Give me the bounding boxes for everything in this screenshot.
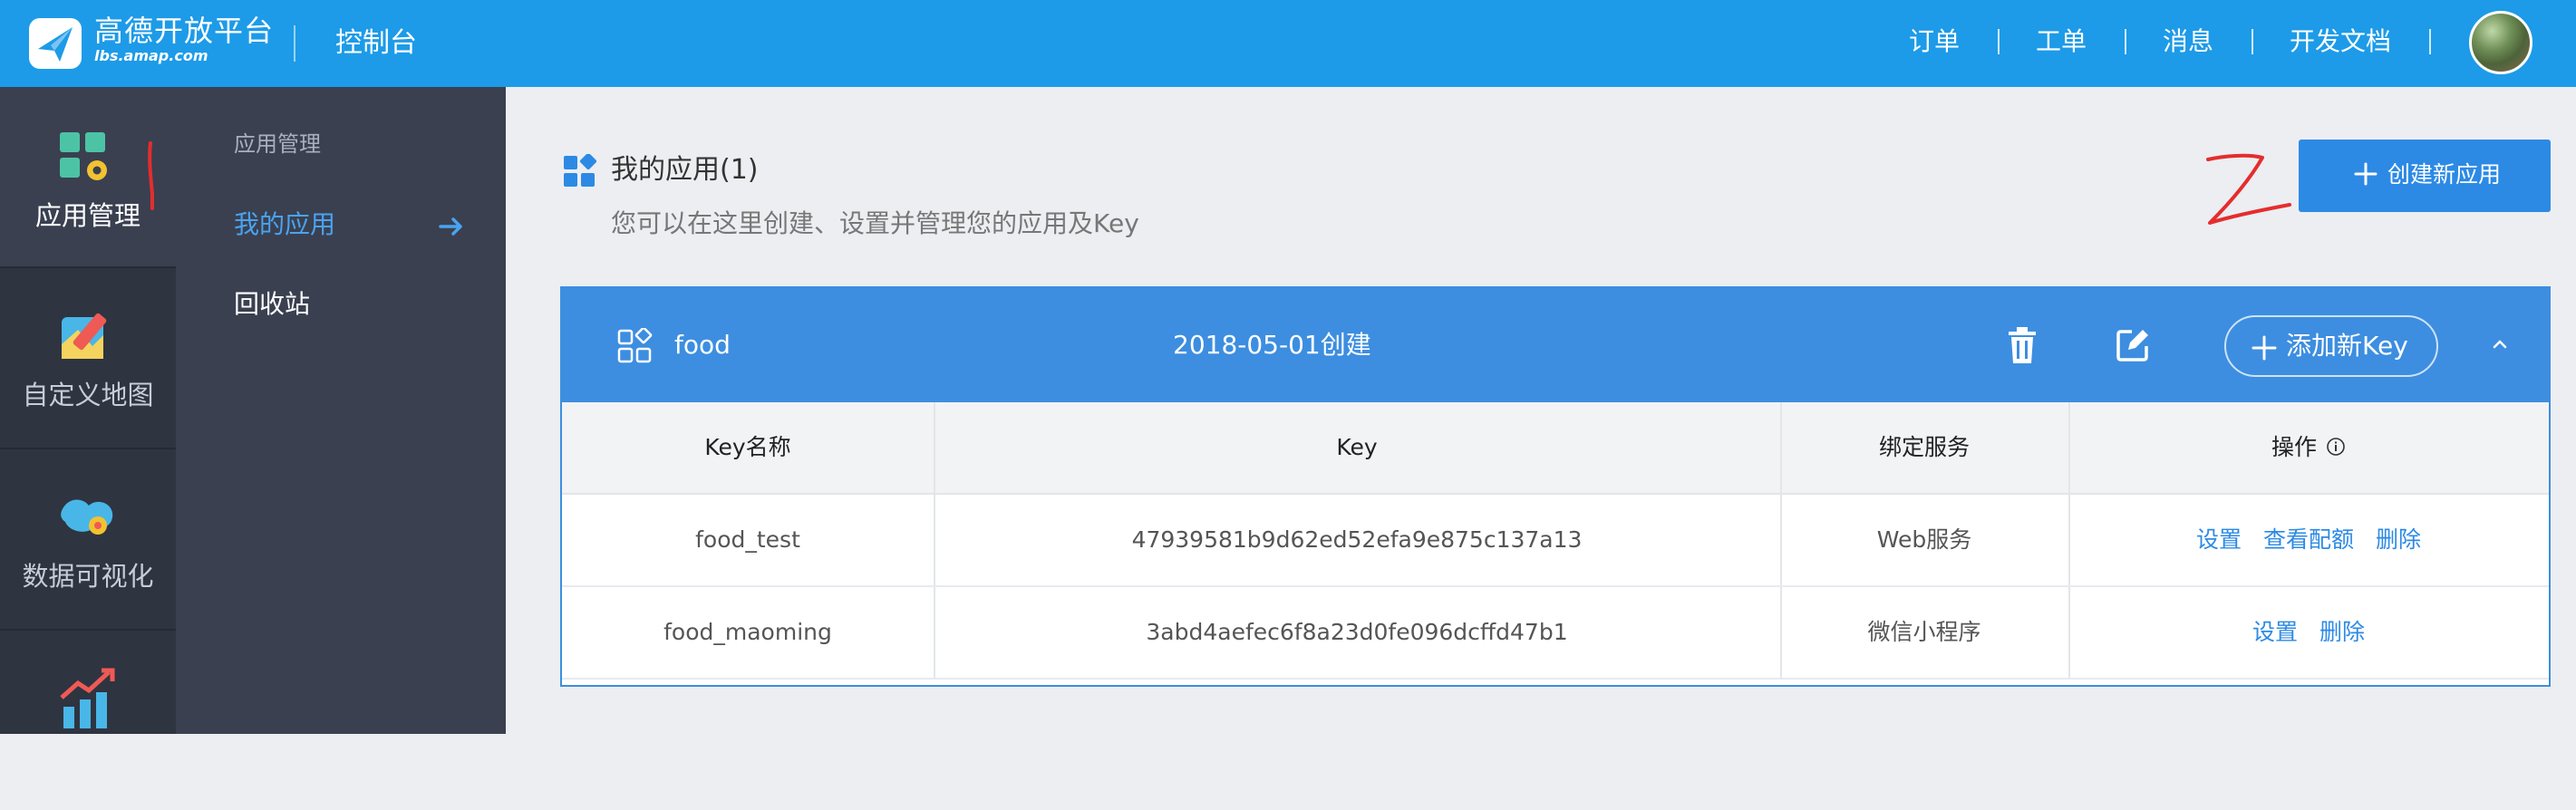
settings-link[interactable]: 设置: [2196, 526, 2242, 553]
nav-separator: [2252, 29, 2253, 54]
settings-link[interactable]: 设置: [2252, 619, 2298, 645]
logo-text[interactable]: 高德开放平台: [94, 14, 274, 47]
column-divider: [934, 495, 935, 585]
nav-separator: [1998, 29, 2000, 54]
column-divider: [934, 587, 935, 678]
add-key-button[interactable]: 添加新Key: [2224, 315, 2438, 377]
nav-messages[interactable]: 消息: [2163, 24, 2213, 60]
service-cell: 微信小程序: [1867, 619, 1981, 645]
app-created-date: 2018-05-01创建: [1173, 330, 1371, 360]
nav-orders[interactable]: 订单: [1909, 24, 1960, 60]
column-divider: [1780, 495, 1782, 585]
annotation-mark-2: [2206, 153, 2291, 225]
column-divider: [934, 402, 935, 493]
column-divider: [2068, 495, 2070, 585]
column-divider: [1780, 587, 1782, 678]
sidebar-item-label: 数据可视化: [22, 561, 154, 592]
service-cell: Web服务: [1876, 526, 1972, 553]
subnav-title: 应用管理: [234, 131, 321, 157]
column-divider: [1780, 402, 1782, 493]
key-value-cell: 47939581b9d62ed52efa9e875c137a13: [1131, 526, 1583, 553]
nav-dev-docs[interactable]: 开发文档: [2290, 24, 2391, 60]
data-visual-icon: [61, 499, 113, 535]
table-row: food_test 47939581b9d62ed52efa9e875c137a…: [562, 495, 2549, 587]
key-name-cell: food_maoming: [663, 619, 832, 645]
delete-link[interactable]: 删除: [2376, 526, 2421, 553]
app-card-header: food 2018-05-01创建 添加新Key: [562, 288, 2549, 402]
app-card: food 2018-05-01创建 添加新Key Key名称 Key 绑定服务: [560, 286, 2551, 687]
sidebar-item-data-visualization[interactable]: 数据可视化: [0, 449, 176, 629]
info-icon[interactable]: [2326, 437, 2346, 457]
annotation-mark-1: [148, 141, 154, 210]
sidebar-item-custom-map[interactable]: 自定义地图: [0, 268, 176, 448]
sidebar-item-label: 自定义地图: [22, 380, 154, 410]
page-title: 我的应用(1): [611, 154, 759, 186]
sidebar-item-statistics[interactable]: [0, 631, 176, 810]
column-divider: [2068, 587, 2070, 678]
logo-url[interactable]: lbs.amap.com: [94, 47, 208, 65]
edit-icon[interactable]: [2116, 328, 2150, 362]
column-header-service: 绑定服务: [1878, 434, 1970, 460]
my-apps-icon: [564, 154, 596, 187]
column-divider: [2068, 402, 2070, 493]
table-header-row: Key名称 Key 绑定服务 操作: [562, 402, 2549, 495]
key-value-cell: 3abd4aefec6f8a23d0fe096dcffd47b1: [1146, 619, 1568, 645]
console-title[interactable]: 控制台: [335, 25, 417, 62]
custom-map-icon: [62, 313, 107, 359]
plus-icon: [2252, 335, 2277, 361]
app-grid-icon: [617, 328, 653, 363]
actions-cell: 设置 查看配额 删除: [2068, 495, 2549, 585]
column-header-key-name: Key名称: [704, 434, 791, 460]
user-avatar[interactable]: [2469, 11, 2532, 74]
create-app-label: 创建新应用: [2387, 161, 2502, 188]
column-header-actions: 操作: [2068, 402, 2549, 493]
view-quota-link[interactable]: 查看配额: [2263, 526, 2354, 553]
top-header: 高德开放平台 lbs.amap.com 控制台 订单 工单 消息 开发文档: [0, 0, 2576, 87]
nav-separator: [2125, 29, 2126, 54]
amap-logo-icon[interactable]: [27, 16, 85, 71]
column-header-key: Key: [1336, 434, 1378, 460]
arrow-right-icon: [439, 217, 462, 236]
key-name-cell: food_test: [695, 526, 800, 553]
header-divider: [294, 25, 295, 62]
secondary-sidebar: 应用管理 我的应用 回收站: [176, 87, 506, 734]
stats-chart-icon: [60, 668, 115, 728]
plus-icon: [2354, 162, 2377, 186]
column-header-actions-label: 操作: [2271, 434, 2317, 460]
trash-icon[interactable]: [2007, 326, 2038, 364]
nav-separator: [2429, 29, 2431, 54]
add-key-label: 添加新Key: [2286, 331, 2408, 361]
delete-link[interactable]: 删除: [2319, 619, 2365, 645]
nav-tickets[interactable]: 工单: [2036, 24, 2087, 60]
subnav-item-my-apps[interactable]: 我的应用: [234, 208, 335, 241]
page-subtitle: 您可以在这里创建、设置并管理您的应用及Key: [611, 208, 1139, 238]
app-manage-icon: [60, 132, 107, 180]
actions-cell: 设置 删除: [2068, 587, 2549, 678]
create-app-button[interactable]: 创建新应用: [2299, 140, 2551, 212]
table-row: food_maoming 3abd4aefec6f8a23d0fe096dcff…: [562, 587, 2549, 680]
app-name: food: [674, 330, 731, 360]
chevron-up-icon[interactable]: [2491, 335, 2509, 353]
subnav-item-recycle-bin[interactable]: 回收站: [234, 288, 310, 321]
